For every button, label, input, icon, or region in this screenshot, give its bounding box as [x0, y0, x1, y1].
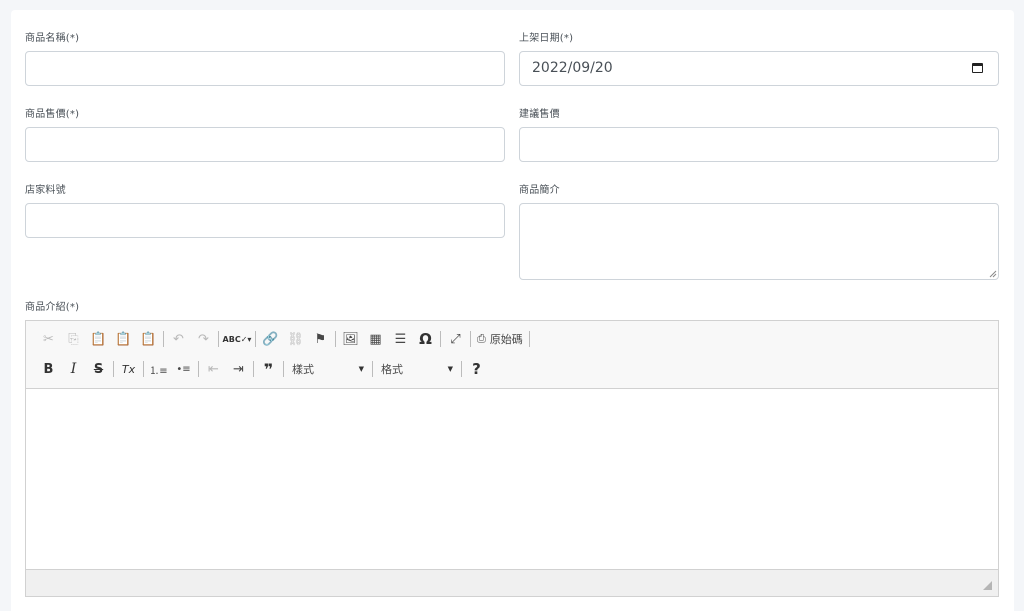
source-button[interactable]: ⎙ 原始碼	[473, 328, 527, 350]
toolbar-row-2: B I S Tx ⒈≡ •≡ ⇤ ⇥ ❞ 樣式 ▼ 格式 ▼?	[36, 358, 489, 380]
toolbar-separator	[255, 331, 256, 347]
spellcheck-icon[interactable]: ABC✓▾	[221, 328, 253, 350]
source-icon: ⎙	[477, 332, 486, 345]
blockquote-icon[interactable]: ❞	[256, 358, 281, 380]
toolbar-separator	[440, 331, 441, 347]
paste-icon[interactable]: 📋	[86, 328, 111, 350]
toolbar-separator	[283, 361, 284, 377]
suggested-price-label: 建議售價	[519, 109, 560, 120]
outdent-icon[interactable]: ⇤	[201, 358, 226, 380]
toolbar-separator	[335, 331, 336, 347]
launch-date-value: 2022/09/20	[532, 60, 613, 76]
unlink-icon[interactable]: ⛓	[283, 328, 308, 350]
cut-icon[interactable]: ✂	[36, 328, 61, 350]
editor-content-area[interactable]	[26, 389, 998, 570]
toolbar-separator	[253, 361, 254, 377]
redo-icon[interactable]: ↷	[191, 328, 216, 350]
editor-resize-icon[interactable]	[983, 581, 992, 590]
anchor-flag-icon[interactable]: ⚑	[308, 328, 333, 350]
product-price-label: 商品售價(*)	[25, 109, 80, 120]
product-name-input[interactable]	[25, 51, 505, 86]
toolbar-separator	[143, 361, 144, 377]
copy-icon[interactable]: ⎘	[61, 328, 86, 350]
store-sku-label: 店家料號	[25, 185, 66, 196]
source-button-label: 原始碼	[489, 333, 523, 346]
launch-date-label: 上架日期(*)	[519, 33, 574, 44]
chevron-down-icon: ▼	[358, 365, 364, 373]
maximize-icon[interactable]: ⤢	[443, 328, 468, 350]
undo-icon[interactable]: ↶	[166, 328, 191, 350]
toolbar-separator	[372, 361, 373, 377]
toolbar-separator	[470, 331, 471, 347]
toolbar-separator	[528, 331, 530, 347]
rich-text-editor: ✂ ⎘ 📋 📋 📋 ↶ ↷ ABC✓▾ 🔗 ⛓ ⚑ 🖼 ▦ ☰ Ω ⤢ ⎙ 原始碼 B I S Tx ⒈≡ •≡ ⇤ ⇥ ❞ 樣式 ▼…	[25, 320, 999, 597]
table-icon[interactable]: ▦	[363, 328, 388, 350]
toolbar-separator	[218, 331, 219, 347]
bold-icon[interactable]: B	[36, 358, 61, 380]
special-char-icon[interactable]: Ω	[413, 328, 438, 350]
editor-status-bar	[26, 569, 998, 596]
link-icon[interactable]: 🔗	[258, 328, 283, 350]
toolbar-row-1: ✂ ⎘ 📋 📋 📋 ↶ ↷ ABC✓▾ 🔗 ⛓ ⚑ 🖼 ▦ ☰ Ω ⤢ ⎙ 原始碼	[36, 328, 532, 350]
paste-text-icon[interactable]: 📋	[111, 328, 136, 350]
italic-icon[interactable]: I	[61, 358, 86, 380]
format-combo-label: 格式	[381, 363, 403, 376]
editor-toolbar: ✂ ⎘ 📋 📋 📋 ↶ ↷ ABC✓▾ 🔗 ⛓ ⚑ 🖼 ▦ ☰ Ω ⤢ ⎙ 原始碼 B I S Tx ⒈≡ •≡ ⇤ ⇥ ❞ 樣式 ▼…	[26, 321, 998, 389]
toolbar-separator	[163, 331, 164, 347]
help-icon[interactable]: ?	[464, 358, 489, 380]
format-combo[interactable]: 格式 ▼	[375, 359, 459, 379]
indent-icon[interactable]: ⇥	[226, 358, 251, 380]
toolbar-separator	[198, 361, 199, 377]
product-price-input[interactable]	[25, 127, 505, 162]
store-sku-input[interactable]	[25, 203, 505, 238]
product-summary-label: 商品簡介	[519, 185, 560, 196]
numbered-list-icon[interactable]: ⒈≡	[146, 358, 171, 380]
product-name-label: 商品名稱(*)	[25, 33, 80, 44]
remove-format-icon[interactable]: Tx	[116, 358, 141, 380]
toolbar-separator	[461, 361, 462, 377]
paste-word-icon[interactable]: 📋	[136, 328, 161, 350]
calendar-icon[interactable]	[972, 63, 983, 73]
resize-grip-icon[interactable]	[989, 270, 997, 278]
toolbar-separator	[113, 361, 114, 377]
horizontal-line-icon[interactable]: ☰	[388, 328, 413, 350]
suggested-price-input[interactable]	[519, 127, 999, 162]
image-icon[interactable]: 🖼	[338, 328, 363, 350]
launch-date-input[interactable]: 2022/09/20	[519, 51, 999, 86]
strike-icon[interactable]: S	[86, 358, 111, 380]
styles-combo[interactable]: 樣式 ▼	[286, 359, 370, 379]
styles-combo-label: 樣式	[292, 363, 314, 376]
bulleted-list-icon[interactable]: •≡	[171, 358, 196, 380]
product-description-label: 商品介紹(*)	[25, 302, 80, 313]
product-summary-textarea[interactable]	[519, 203, 999, 280]
chevron-down-icon: ▼	[447, 365, 453, 373]
